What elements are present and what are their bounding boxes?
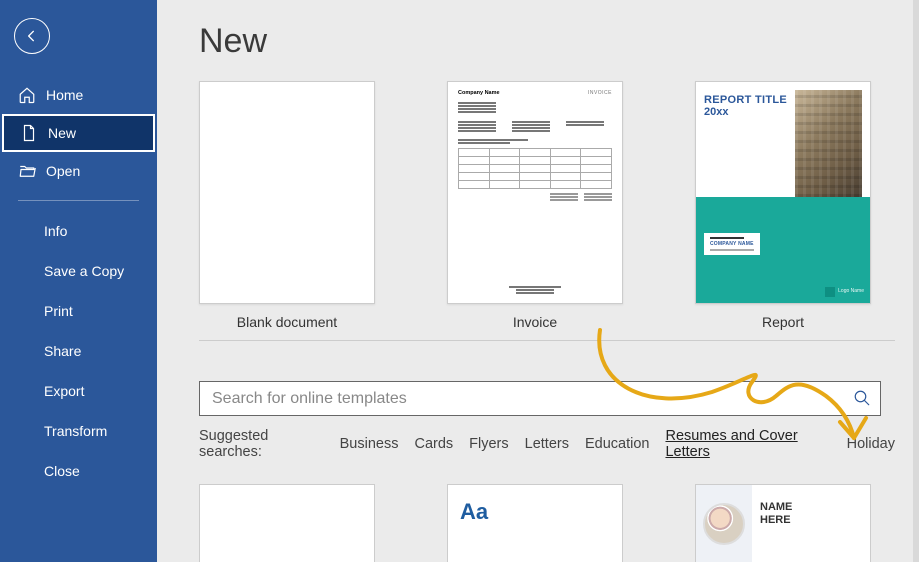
- template-peek-3[interactable]: NAME HERE: [695, 484, 871, 562]
- nav-label: Transform: [44, 423, 107, 439]
- suggested-link-resumes[interactable]: Resumes and Cover Letters: [665, 428, 830, 460]
- nav-label: Info: [44, 223, 67, 239]
- search-icon[interactable]: [853, 389, 871, 407]
- avatar: [696, 485, 752, 562]
- peek-aa-text: Aa: [460, 499, 488, 524]
- back-button[interactable]: [14, 18, 50, 54]
- nav-item-export[interactable]: Export: [0, 371, 157, 411]
- section-divider: [199, 340, 895, 341]
- nav-label: Share: [44, 343, 81, 359]
- nav-primary: Home New Open: [0, 76, 157, 190]
- invoice-heading: INVOICE: [588, 90, 612, 96]
- home-icon: [18, 86, 36, 104]
- scrollbar-track[interactable]: [913, 0, 919, 562]
- nav-item-transform[interactable]: Transform: [0, 411, 157, 451]
- nav-label: New: [48, 125, 76, 141]
- template-label: Blank document: [237, 314, 337, 330]
- search-input[interactable]: [199, 381, 881, 416]
- nav-item-open[interactable]: Open: [0, 152, 157, 190]
- nav-label: Print: [44, 303, 73, 319]
- suggested-link-flyers[interactable]: Flyers: [469, 436, 508, 452]
- nav-divider: [18, 200, 139, 201]
- folder-open-icon: [18, 162, 36, 180]
- backstage-sidebar: Home New Open Info Save a Copy Print Sha…: [0, 0, 157, 562]
- page-title: New: [199, 22, 895, 61]
- template-thumbnail: [199, 81, 375, 304]
- report-title-line1: REPORT TITLE: [704, 94, 787, 106]
- template-invoice[interactable]: Company Name INVOICE: [447, 81, 623, 330]
- template-label: Invoice: [513, 314, 557, 330]
- suggested-link-holiday[interactable]: Holiday: [847, 436, 895, 452]
- nav-label: Home: [46, 87, 83, 103]
- suggested-link-business[interactable]: Business: [340, 436, 399, 452]
- template-label: Report: [762, 314, 804, 330]
- resume-name: NAME HERE: [752, 485, 800, 562]
- nav-label: Export: [44, 383, 84, 399]
- report-company: COMPANY NAME: [710, 241, 754, 247]
- invoice-table: [458, 148, 612, 189]
- nav-label: Close: [44, 463, 80, 479]
- suggested-link-cards[interactable]: Cards: [414, 436, 453, 452]
- nav-label: Open: [46, 163, 80, 179]
- suggested-lead: Suggested searches:: [199, 428, 324, 460]
- nav-item-close[interactable]: Close: [0, 451, 157, 491]
- template-report[interactable]: REPORT TITLE 20xx COMPANY NAME: [695, 81, 871, 330]
- report-title-line2: 20xx: [704, 106, 787, 118]
- template-thumbnail: REPORT TITLE 20xx COMPANY NAME: [695, 81, 871, 304]
- templates-row-2: Aa NAME HERE: [199, 484, 895, 562]
- app-root: Home New Open Info Save a Copy Print Sha…: [0, 0, 919, 562]
- template-thumbnail: Company Name INVOICE: [447, 81, 623, 304]
- nav-secondary: Info Save a Copy Print Share Export Tran…: [0, 211, 157, 491]
- arrow-left-icon: [24, 28, 40, 44]
- template-blank-document[interactable]: Blank document: [199, 81, 375, 330]
- report-logo: Logo Name: [825, 287, 864, 297]
- nav-label: Save a Copy: [44, 263, 124, 279]
- nav-item-new[interactable]: New: [2, 114, 155, 152]
- report-hero-image: [795, 90, 862, 197]
- suggested-searches: Suggested searches: Business Cards Flyer…: [199, 428, 895, 460]
- template-peek-1[interactable]: [199, 484, 375, 562]
- nav-item-share[interactable]: Share: [0, 331, 157, 371]
- nav-item-save-a-copy[interactable]: Save a Copy: [0, 251, 157, 291]
- invoice-company-name: Company Name: [458, 90, 500, 96]
- main-content: New Blank document Company Name INVOICE: [157, 0, 919, 562]
- nav-item-home[interactable]: Home: [0, 76, 157, 114]
- nav-item-print[interactable]: Print: [0, 291, 157, 331]
- suggested-link-education[interactable]: Education: [585, 436, 650, 452]
- document-icon: [20, 124, 38, 142]
- suggested-link-letters[interactable]: Letters: [525, 436, 569, 452]
- nav-item-info[interactable]: Info: [0, 211, 157, 251]
- template-search: [199, 381, 895, 416]
- featured-templates-row: Blank document Company Name INVOICE: [199, 81, 895, 330]
- template-peek-2[interactable]: Aa: [447, 484, 623, 562]
